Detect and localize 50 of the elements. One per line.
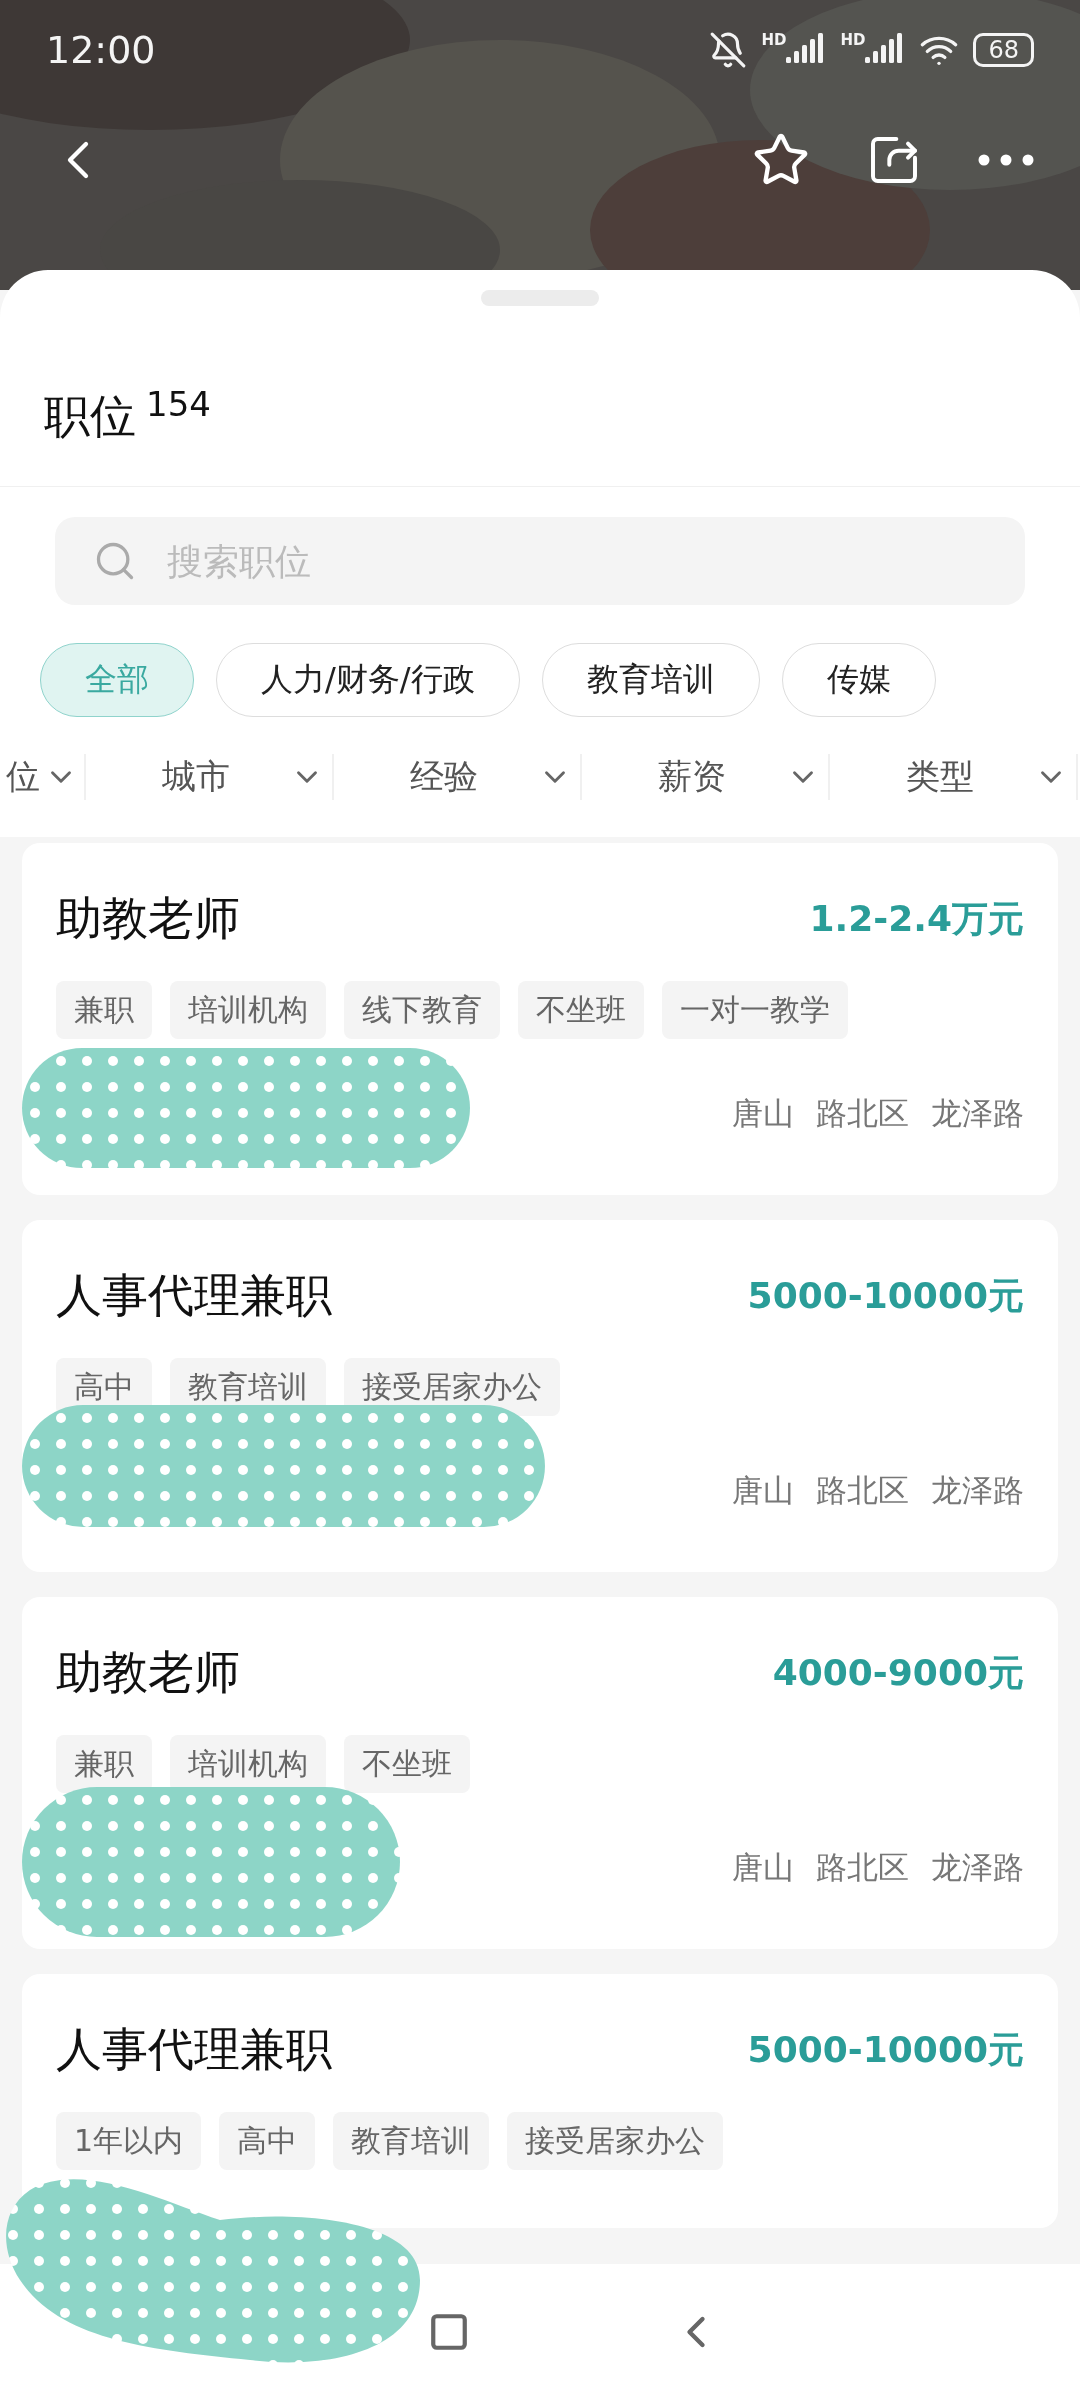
job-tag: 一对一教学 xyxy=(662,981,848,1040)
salary: 4000-9000元 xyxy=(772,1650,1024,1695)
category-chip[interactable]: 教育培训 xyxy=(541,643,760,718)
category-chip[interactable]: 传媒 xyxy=(781,643,936,718)
job-tag: 培训机构 xyxy=(170,981,326,1040)
salary: 5000-10000元 xyxy=(747,1273,1024,1318)
status-time: 12:00 xyxy=(46,28,156,72)
filter-dropdown[interactable]: 薪资 xyxy=(582,754,830,801)
battery-level: 68 xyxy=(973,33,1034,67)
job-tag: 线下教育 xyxy=(344,981,500,1040)
job-tag: 兼职 xyxy=(56,981,152,1040)
square-icon xyxy=(428,2311,470,2353)
network-label: HD xyxy=(761,33,787,48)
filter-dropdown[interactable]: 类型 xyxy=(830,754,1078,801)
job-card[interactable]: 助教老师 1.2-2.4万元 兼职 培训机构 线下教育 不坐班 一对一教学 唐山 路北区 龙泽路 xyxy=(22,843,1058,1196)
filter-dropdown[interactable]: 城市 xyxy=(86,754,334,801)
network-label: HD xyxy=(840,33,866,48)
job-title: 人事代理兼职 xyxy=(56,1267,332,1325)
location-text: 路北区 xyxy=(816,1094,909,1134)
salary: 5000-10000元 xyxy=(747,2027,1024,2072)
job-tag: 教育培训 xyxy=(333,2112,490,2171)
location-text: 龙泽路 xyxy=(931,1094,1024,1134)
location-text: 唐山 xyxy=(732,1848,794,1888)
job-tag: 1年以内 xyxy=(56,2112,202,2171)
job-card[interactable]: 人事代理兼职 5000-10000元 1年以内 高中 教育培训 接受居家办公 xyxy=(22,1974,1058,2229)
more-button[interactable] xyxy=(978,154,1034,166)
job-tag: 高中 xyxy=(219,2112,316,2171)
job-tag: 不坐班 xyxy=(344,1735,470,1794)
job-tag: 接受居家办公 xyxy=(507,2112,724,2171)
location-text: 路北区 xyxy=(816,1471,909,1511)
salary: 1.2-2.4万元 xyxy=(809,896,1024,941)
job-tag: 不坐班 xyxy=(518,981,644,1040)
location-text: 龙泽路 xyxy=(931,1848,1024,1888)
job-title: 人事代理兼职 xyxy=(56,2021,332,2079)
search-field[interactable]: 搜索职位 xyxy=(55,517,1025,606)
section-title: 职位 $^{154}$ xyxy=(44,384,212,446)
job-title: 助教老师 xyxy=(56,890,240,948)
mute-icon xyxy=(709,31,748,69)
location-text: 路北区 xyxy=(816,1848,909,1888)
home-button[interactable] xyxy=(428,2311,470,2353)
location-text: 龙泽路 xyxy=(931,1471,1024,1511)
job-title: 助教老师 xyxy=(56,1644,240,1702)
category-chip[interactable]: 人力/财务/行政 xyxy=(216,643,520,718)
location-text: 唐山 xyxy=(732,1094,794,1134)
more-icon xyxy=(978,154,1034,166)
job-card[interactable]: 人事代理兼职 5000-10000元 高中 教育培训 接受居家办公 唐山 路北区 龙泽路 xyxy=(22,1220,1058,1573)
job-card[interactable]: 助教老师 4000-9000元 兼职 培训机构 不坐班 唐山 路北区 龙泽路 xyxy=(22,1597,1058,1950)
location-text: 唐山 xyxy=(732,1471,794,1511)
filter-dropdown[interactable]: 位 xyxy=(0,754,86,801)
filter-dropdown[interactable]: 经验 xyxy=(334,754,582,801)
